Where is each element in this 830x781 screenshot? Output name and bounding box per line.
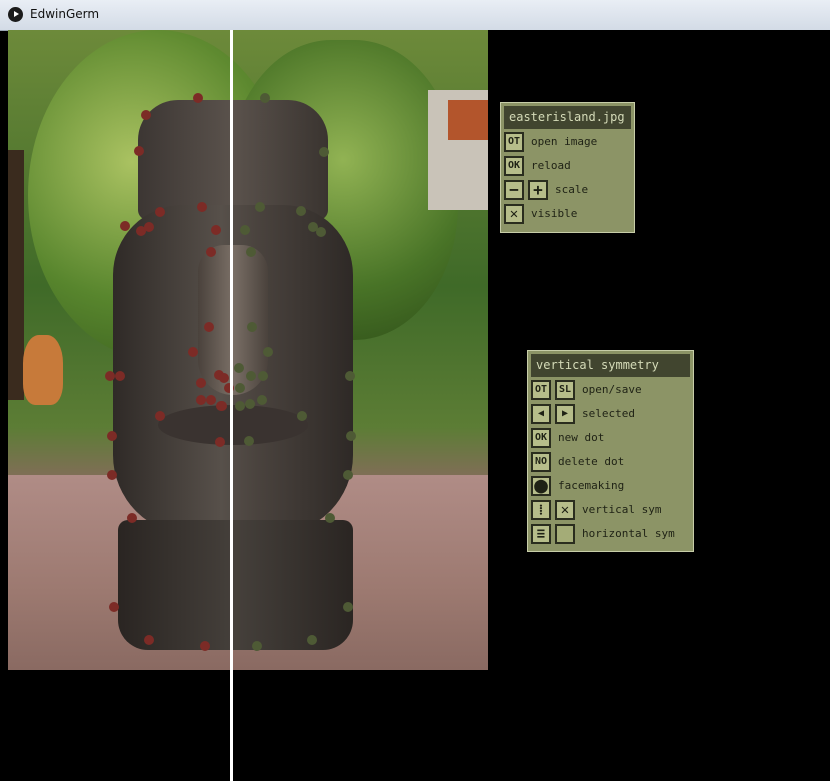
landmark-dot-right[interactable]	[246, 371, 256, 381]
landmark-dot-left[interactable]	[134, 146, 144, 156]
landmark-dot-right[interactable]	[263, 347, 273, 357]
landmark-dot-left[interactable]	[107, 431, 117, 441]
window-titlebar: EdwinGerm	[0, 0, 830, 31]
landmark-dot-left[interactable]	[206, 247, 216, 257]
scale-minus-button[interactable]: −	[504, 180, 524, 200]
landmark-dot-left[interactable]	[197, 202, 207, 212]
landmark-dot-right[interactable]	[245, 399, 255, 409]
landmark-dot-left[interactable]	[216, 401, 226, 411]
open-save-label: open/save	[582, 383, 642, 396]
landmark-dot-right[interactable]	[307, 635, 317, 645]
scale-plus-button[interactable]: +	[528, 180, 548, 200]
landmark-dot-right[interactable]	[260, 93, 270, 103]
vertical-sym-label: vertical sym	[582, 503, 662, 516]
app-canvas[interactable]	[8, 30, 830, 781]
vertical-symmetry-axis[interactable]	[230, 30, 233, 781]
symmetry-panel-title: vertical symmetry	[531, 354, 690, 377]
landmark-dot-left[interactable]	[196, 395, 206, 405]
landmark-dot-right[interactable]	[316, 227, 326, 237]
app-icon	[8, 7, 23, 22]
vertical-sym-toggle[interactable]: ✕	[555, 500, 575, 520]
landmark-dot-left[interactable]	[188, 347, 198, 357]
reload-button[interactable]: OK	[504, 156, 524, 176]
delete-dot-label: delete dot	[558, 455, 625, 468]
open-image-label: open image	[531, 135, 598, 148]
landmark-dot-right[interactable]	[255, 202, 265, 212]
landmark-dot-left[interactable]	[127, 513, 137, 523]
vertical-sym-icon[interactable]: ⁞	[531, 500, 551, 520]
reload-label: reload	[531, 159, 571, 172]
landmark-dot-left[interactable]	[211, 225, 221, 235]
landmark-dot-left[interactable]	[105, 371, 115, 381]
horizontal-sym-label: horizontal sym	[582, 527, 675, 540]
landmark-dot-left[interactable]	[109, 602, 119, 612]
prev-dot-button[interactable]: ◀	[531, 404, 551, 424]
landmark-dot-left[interactable]	[107, 470, 117, 480]
visible-toggle[interactable]: ✕	[504, 204, 524, 224]
landmark-dot-right[interactable]	[258, 371, 268, 381]
horizontal-sym-icon[interactable]: ≡	[531, 524, 551, 544]
landmark-dot-left[interactable]	[155, 207, 165, 217]
symmetry-panel: vertical symmetry OT SL open/save ◀ ▶ se…	[527, 350, 694, 552]
image-panel: easterisland.jpg OT open image OK reload…	[500, 102, 635, 233]
landmark-dot-right[interactable]	[234, 363, 244, 373]
window-title: EdwinGerm	[30, 7, 100, 21]
delete-dot-button[interactable]: NO	[531, 452, 551, 472]
landmark-dot-right[interactable]	[297, 411, 307, 421]
new-dot-label: new dot	[558, 431, 605, 444]
landmark-dot-left[interactable]	[219, 373, 229, 383]
landmark-dot-right[interactable]	[343, 470, 353, 480]
landmark-dot-left[interactable]	[200, 641, 210, 651]
landmark-dot-right[interactable]	[346, 431, 356, 441]
landmark-dot-left[interactable]	[115, 371, 125, 381]
new-dot-button[interactable]: OK	[531, 428, 551, 448]
landmark-dot-right[interactable]	[235, 383, 245, 393]
save-button[interactable]: SL	[555, 380, 575, 400]
landmark-dot-left[interactable]	[215, 437, 225, 447]
horizontal-sym-toggle[interactable]	[555, 524, 575, 544]
landmark-dot-right[interactable]	[257, 395, 267, 405]
open-image-button[interactable]: OT	[504, 132, 524, 152]
next-dot-button[interactable]: ▶	[555, 404, 575, 424]
landmark-dot-left[interactable]	[144, 222, 154, 232]
landmark-dot-left[interactable]	[120, 221, 130, 231]
landmark-dot-right[interactable]	[240, 225, 250, 235]
landmark-dot-right[interactable]	[319, 147, 329, 157]
landmark-dot-right[interactable]	[246, 247, 256, 257]
visible-label: visible	[531, 207, 578, 220]
landmark-dot-left[interactable]	[144, 635, 154, 645]
landmark-dots[interactable]	[8, 30, 488, 670]
landmark-dot-right[interactable]	[325, 513, 335, 523]
landmark-dot-left[interactable]	[206, 395, 216, 405]
landmark-dot-left[interactable]	[141, 110, 151, 120]
landmark-dot-left[interactable]	[204, 322, 214, 332]
facemaking-button[interactable]: ⬤	[531, 476, 551, 496]
landmark-dot-right[interactable]	[345, 371, 355, 381]
landmark-dot-right[interactable]	[252, 641, 262, 651]
landmark-dot-left[interactable]	[196, 378, 206, 388]
landmark-dot-right[interactable]	[343, 602, 353, 612]
landmark-dot-left[interactable]	[193, 93, 203, 103]
landmark-dot-right[interactable]	[296, 206, 306, 216]
landmark-dot-right[interactable]	[247, 322, 257, 332]
scale-label: scale	[555, 183, 589, 196]
selected-label: selected	[582, 407, 635, 420]
open-button[interactable]: OT	[531, 380, 551, 400]
image-panel-title: easterisland.jpg	[504, 106, 631, 129]
landmark-dot-right[interactable]	[235, 401, 245, 411]
facemaking-label: facemaking	[558, 479, 625, 492]
landmark-dot-right[interactable]	[244, 436, 254, 446]
landmark-dot-left[interactable]	[155, 411, 165, 421]
